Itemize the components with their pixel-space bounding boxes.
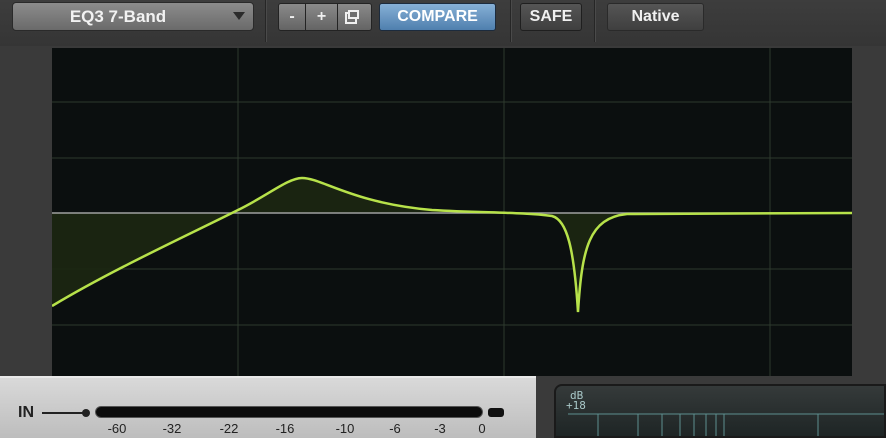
next-preset-button[interactable]: + <box>306 3 338 31</box>
clip-indicator[interactable] <box>488 408 504 417</box>
compare-button[interactable]: COMPARE <box>379 3 496 31</box>
meter-tick-label: -10 <box>335 421 355 436</box>
meter-tick-label: -22 <box>219 421 239 436</box>
meter-panel: IN -60 -32 -22 -16 -10 -6 -3 0 dB +18 <box>0 376 886 438</box>
copy-icon <box>345 10 359 24</box>
meter-tick-label: -3 <box>434 421 446 436</box>
eq-frequency-graph[interactable] <box>52 48 852 378</box>
input-connector-line <box>42 412 86 414</box>
input-connector-dot <box>82 409 90 417</box>
preset-name: EQ3 7-Band <box>69 7 167 26</box>
meter-tick-label: 0 <box>478 421 486 436</box>
input-meter-section: IN -60 -32 -22 -16 -10 -6 -3 0 <box>0 376 536 438</box>
output-db-display: dB +18 <box>554 384 886 438</box>
safe-button[interactable]: SAFE <box>520 3 582 31</box>
eq-response-curve[interactable] <box>52 176 852 313</box>
meter-tick-label: -6 <box>389 421 401 436</box>
toolbar-divider <box>265 0 267 42</box>
input-level-meter <box>95 406 483 418</box>
native-button[interactable]: Native <box>607 3 704 31</box>
eq-graph-canvas[interactable] <box>52 48 852 378</box>
plugin-toolbar: EQ3 7-Band - + COMPARE SAFE Native <box>0 0 886 46</box>
toolbar-divider <box>594 0 596 42</box>
meter-tick-label: -16 <box>275 421 295 436</box>
previous-preset-button[interactable]: - <box>278 3 306 31</box>
toolbar-divider <box>510 0 512 42</box>
preset-selector[interactable]: EQ3 7-Band <box>12 2 254 31</box>
meter-tick-label: -60 <box>107 421 127 436</box>
chevron-down-icon <box>233 12 245 20</box>
copy-settings-button[interactable] <box>338 3 372 31</box>
meter-tick-label: -32 <box>162 421 182 436</box>
db-scale-grid <box>568 413 884 436</box>
input-label: IN <box>18 404 34 421</box>
eq-curve-fill <box>52 178 852 312</box>
